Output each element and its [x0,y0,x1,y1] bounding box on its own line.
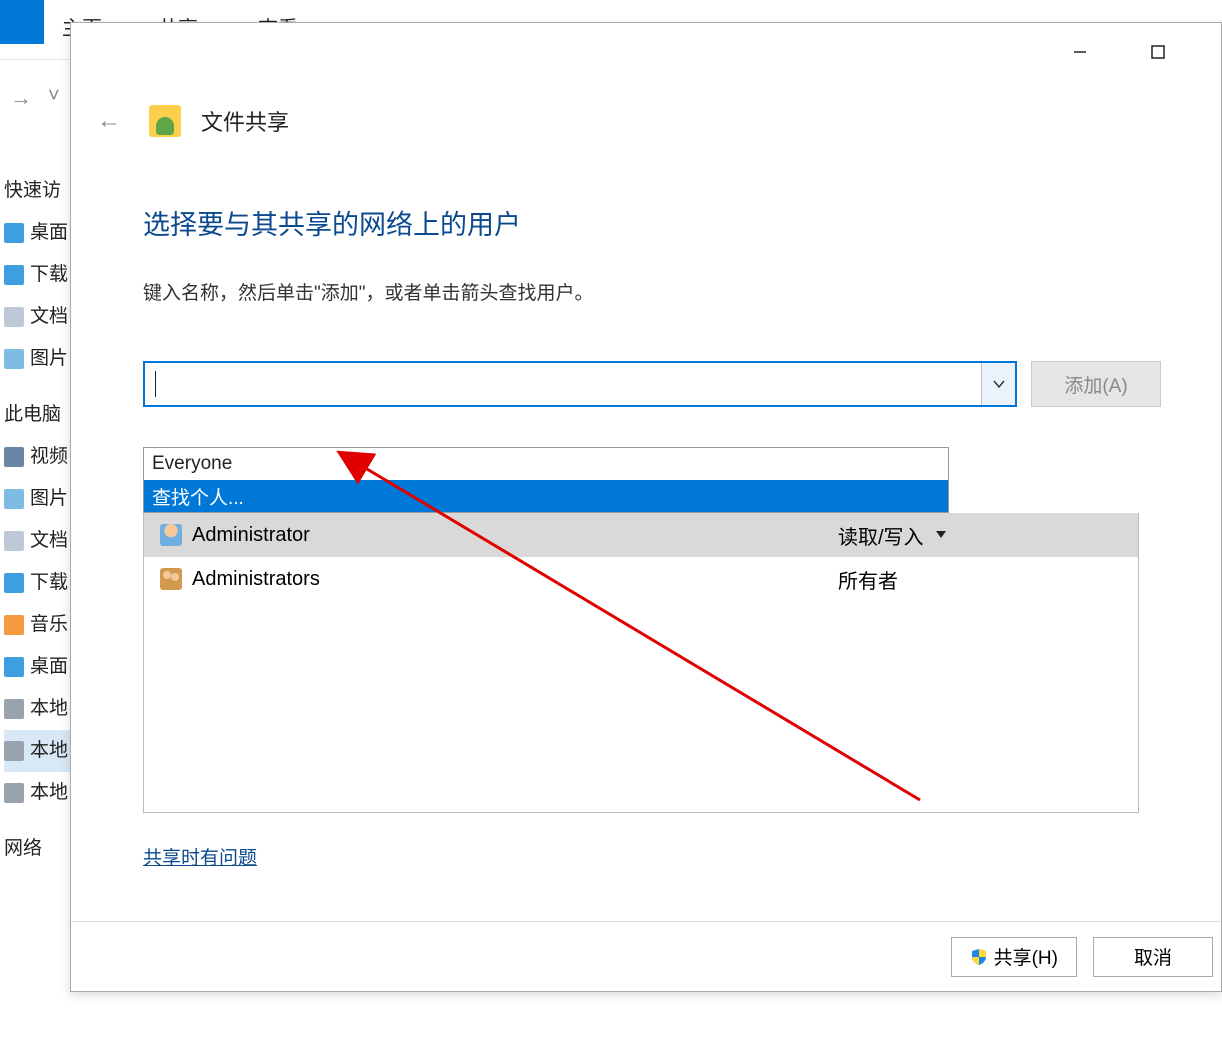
sidebar-item-localdisk3: 本地 [4,772,70,814]
permission-label: 读取/写入 [838,521,924,550]
minimize-button[interactable] [1057,37,1103,67]
share-button-label: 共享(H) [994,943,1058,970]
dialog-footer: 共享(H) 取消 [71,921,1221,991]
shield-icon [970,948,988,966]
user-combobox[interactable] [143,361,1017,407]
nav-up-icon: ˅ [48,85,60,108]
chevron-down-icon [934,524,948,547]
dropdown-item-everyone[interactable]: Everyone [144,448,948,480]
dialog-title: 文件共享 [201,105,289,137]
share-button[interactable]: 共享(H) [951,937,1077,977]
help-link[interactable]: 共享时有问题 [143,843,257,870]
sidebar-item-pictures: 图片 [4,338,70,380]
user-row-administrators[interactable]: Administrators 所有者 [144,557,1138,601]
file-sharing-dialog: ← 文件共享 选择要与其共享的网络上的用户 键入名称，然后单击"添加"，或者单击… [70,22,1222,992]
sidebar-item-localdisk2: 本地 [4,730,70,772]
main-heading: 选择要与其共享的网络上的用户 [143,203,1161,242]
permission-label: 所有者 [838,565,898,594]
sidebar-item-desktop: 桌面 [4,212,70,254]
sidebar-item-documents2: 文档 [4,520,70,562]
text-caret [155,371,156,397]
file-sharing-icon [149,105,181,137]
sidebar-item-videos: 视频 [4,436,70,478]
dropdown-item-find-people[interactable]: 查找个人... [144,480,948,512]
add-button[interactable]: 添加(A) [1031,361,1161,407]
user-name-label: Administrators [192,568,320,591]
user-icon [160,524,182,546]
user-dropdown: Everyone 查找个人... [143,447,949,513]
user-name-label: Administrator [192,524,310,547]
dialog-content: 选择要与其共享的网络上的用户 键入名称，然后单击"添加"，或者单击箭头查找用户。… [143,203,1161,407]
titlebar [1057,37,1221,67]
explorer-icon [0,0,44,44]
permission-selector[interactable]: 读取/写入 [838,521,1138,550]
cancel-button[interactable]: 取消 [1093,937,1213,977]
sidebar-item-documents: 文档 [4,296,70,338]
user-name-input[interactable] [145,363,981,405]
user-input-row: 添加(A) [143,361,1161,407]
explorer-sidebar: 快速访 桌面 下载 文档 图片 此电脑 视频 图片 文档 下载 音乐 桌面 本地… [4,170,70,870]
sidebar-item-music: 音乐 [4,604,70,646]
sidebar-network: 网络 [4,828,70,870]
sidebar-quick-access: 快速访 [4,170,70,212]
sidebar-item-localdisk1: 本地 [4,688,70,730]
permission-owner: 所有者 [838,565,1138,594]
instruction-text: 键入名称，然后单击"添加"，或者单击箭头查找用户。 [143,278,1161,305]
dialog-header: ← 文件共享 [89,103,289,139]
shared-users-list: Administrator 读取/写入 Administrators 所有者 [143,513,1139,813]
maximize-button[interactable] [1135,37,1181,67]
back-button[interactable]: ← [89,103,129,139]
sidebar-item-pictures2: 图片 [4,478,70,520]
nav-forward-icon: → [10,85,32,111]
group-icon [160,568,182,590]
sidebar-item-downloads: 下载 [4,254,70,296]
sidebar-item-desktop2: 桌面 [4,646,70,688]
sidebar-item-downloads2: 下载 [4,562,70,604]
user-row-administrator[interactable]: Administrator 读取/写入 [144,513,1138,557]
dropdown-arrow[interactable] [981,363,1015,405]
sidebar-this-pc: 此电脑 [4,394,70,436]
